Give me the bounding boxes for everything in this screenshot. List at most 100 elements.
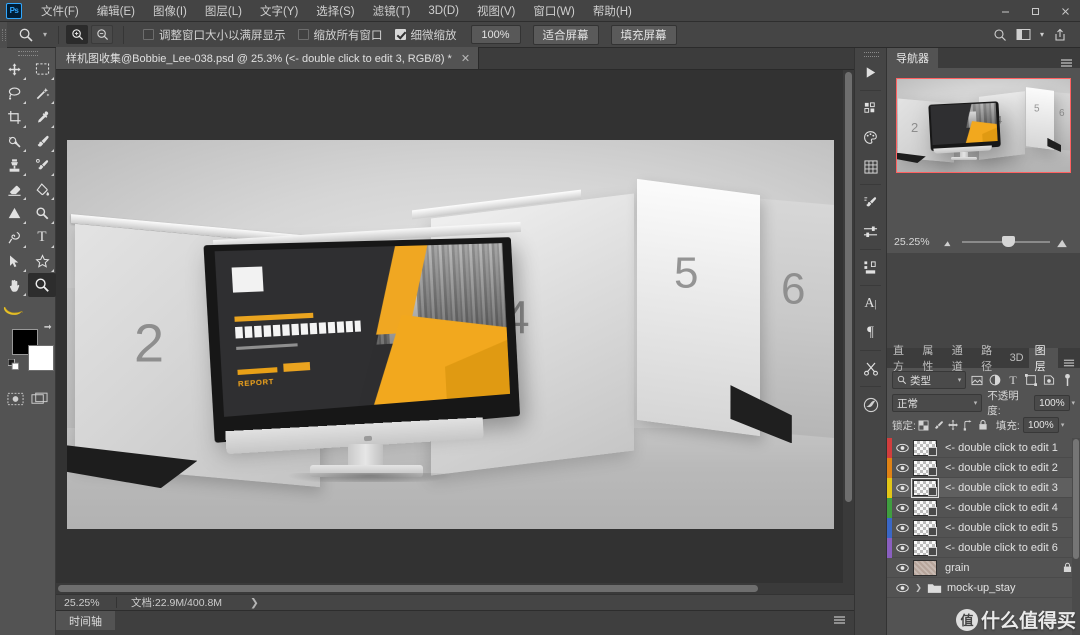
tab-3d[interactable]: 3D xyxy=(1005,348,1029,368)
zoom-in-button[interactable] xyxy=(66,25,88,44)
gradient-tool[interactable] xyxy=(0,201,28,225)
layer-visibility-icon[interactable] xyxy=(892,543,912,553)
menu-view[interactable]: 视图(V) xyxy=(468,1,524,21)
tab-layers[interactable]: 图层 xyxy=(1028,345,1059,373)
banana-tool[interactable] xyxy=(0,297,28,321)
character-icon[interactable]: A| xyxy=(855,289,886,318)
brush-settings-icon[interactable] xyxy=(855,188,886,217)
tab-properties[interactable]: 属性 xyxy=(916,345,945,373)
layer-thumbnail[interactable] xyxy=(913,499,937,516)
tab-paths[interactable]: 路径 xyxy=(975,345,1004,373)
quick-mask-icon[interactable] xyxy=(7,392,24,406)
menu-type[interactable]: 文字(Y) xyxy=(251,1,307,21)
adjustments-icon[interactable] xyxy=(855,217,886,246)
lock-position-icon[interactable] xyxy=(946,417,961,433)
menu-filter[interactable]: 滤镜(T) xyxy=(364,1,420,21)
layer-visibility-icon[interactable] xyxy=(892,463,912,473)
crop-tool[interactable] xyxy=(0,105,28,129)
resize-windows-to-fit-checkbox[interactable]: 调整窗口大小以满屏显示 xyxy=(143,27,286,43)
layer-thumbnail[interactable] xyxy=(913,519,937,536)
panel-menu-icon[interactable] xyxy=(833,611,854,625)
menu-image[interactable]: 图像(I) xyxy=(144,1,196,21)
layer-thumbnail[interactable] xyxy=(911,477,939,498)
scrollbar-thumb[interactable] xyxy=(58,585,758,592)
dock-rail-grip[interactable] xyxy=(855,48,886,58)
brush-tool[interactable] xyxy=(28,129,56,153)
layer-name[interactable]: <- double click to edit 5 xyxy=(945,522,1058,534)
layer-visibility-icon[interactable] xyxy=(892,583,912,593)
table-row[interactable]: grain xyxy=(887,558,1080,578)
fit-screen-button[interactable]: 适合屏幕 xyxy=(532,24,599,45)
tab-channels[interactable]: 通道 xyxy=(946,345,975,373)
layer-comps-icon[interactable] xyxy=(855,253,886,282)
tool-preset-chevron-down-icon[interactable]: ▾ xyxy=(39,30,51,39)
layer-visibility-icon[interactable] xyxy=(892,523,912,533)
shape-filter-icon[interactable] xyxy=(1024,371,1039,389)
workspace-icon[interactable] xyxy=(1012,25,1036,45)
layer-thumbnail[interactable] xyxy=(913,559,937,576)
eyedropper-tool[interactable] xyxy=(28,105,56,129)
menu-layer[interactable]: 图层(L) xyxy=(196,1,251,21)
fill-chevron-down-icon[interactable]: ▾ xyxy=(1061,421,1065,429)
menu-3d[interactable]: 3D(D) xyxy=(419,3,468,19)
type-filter-icon[interactable]: T xyxy=(1006,371,1021,389)
filter-toggle-icon[interactable] xyxy=(1060,371,1075,389)
table-row[interactable]: <- double click to edit 3 xyxy=(887,477,1080,498)
lock-all-icon[interactable] xyxy=(976,417,991,433)
canvas-vertical-scrollbar[interactable] xyxy=(843,70,854,583)
swatches-icon[interactable] xyxy=(855,94,886,123)
layer-name[interactable]: <- double click to edit 4 xyxy=(945,502,1058,514)
document-tab[interactable]: 样机图收集@Bobbie_Lee-038.psd @ 25.3% (<- dou… xyxy=(56,47,480,69)
navigator-zoom-slider[interactable] xyxy=(962,235,1050,249)
zoom-tool[interactable] xyxy=(28,273,56,297)
opacity-chevron-down-icon[interactable]: ▾ xyxy=(1072,399,1076,407)
pixel-filter-icon[interactable] xyxy=(969,371,984,389)
custom-shape-tool[interactable] xyxy=(28,249,56,273)
path-selection-tool[interactable] xyxy=(0,249,28,273)
zoom-all-windows-checkbox[interactable]: 缩放所有窗口 xyxy=(297,27,383,43)
close-icon[interactable]: ✕ xyxy=(461,52,470,65)
adjustment-filter-icon[interactable] xyxy=(987,371,1002,389)
zoom-out-small-icon[interactable] xyxy=(943,238,956,247)
layer-thumbnail[interactable] xyxy=(913,459,937,476)
group-disclosure-icon[interactable]: ❯ xyxy=(914,583,923,592)
table-row[interactable]: <- double click to edit 4 xyxy=(887,497,1080,518)
status-expand-arrow-icon[interactable]: ❯ xyxy=(222,597,259,609)
magic-wand-tool[interactable] xyxy=(28,81,56,105)
minimize-button[interactable] xyxy=(990,0,1020,22)
move-tool[interactable] xyxy=(0,57,28,81)
workspace-chevron-down-icon[interactable]: ▾ xyxy=(1036,25,1048,45)
tab-navigator[interactable]: 导航器 xyxy=(887,48,938,68)
lock-nesting-icon[interactable] xyxy=(961,417,976,433)
layer-name[interactable]: mock-up_stay xyxy=(947,582,1015,594)
default-colors-icon[interactable] xyxy=(8,359,19,370)
tab-histogram[interactable]: 直方 xyxy=(887,345,916,373)
layer-name[interactable]: <- double click to edit 6 xyxy=(945,542,1058,554)
share-icon[interactable] xyxy=(1048,25,1072,45)
zoom-out-button[interactable] xyxy=(91,25,113,44)
table-row[interactable]: <- double click to edit 1 xyxy=(887,438,1080,458)
scissors-icon[interactable] xyxy=(855,354,886,383)
options-bar-grip[interactable] xyxy=(0,21,7,48)
canvas-area[interactable]: 2 4 6 5 REPORT xyxy=(56,70,854,594)
table-row[interactable]: <- double click to edit 6 xyxy=(887,537,1080,558)
layer-visibility-icon[interactable] xyxy=(892,503,912,513)
scrollbar-thumb[interactable] xyxy=(1073,439,1079,559)
layer-visibility-icon[interactable] xyxy=(892,563,912,573)
layer-visibility-icon[interactable] xyxy=(892,443,912,453)
status-zoom-level[interactable]: 25.25% xyxy=(56,597,116,609)
zoom-tool-icon[interactable] xyxy=(13,25,39,45)
dodge-tool[interactable] xyxy=(28,201,56,225)
menu-help[interactable]: 帮助(H) xyxy=(584,1,641,21)
spot-healing-brush-tool[interactable] xyxy=(0,129,28,153)
table-row[interactable]: <- double click to edit 2 xyxy=(887,457,1080,478)
paragraph-icon[interactable]: ¶ xyxy=(855,318,886,347)
navigator-view-box[interactable] xyxy=(896,78,1071,173)
pen-tool[interactable] xyxy=(0,225,28,249)
slider-knob[interactable] xyxy=(1002,236,1016,247)
history-brush-tool[interactable] xyxy=(28,153,56,177)
toolbox-grip[interactable] xyxy=(0,48,55,57)
layer-list[interactable]: <- double click to edit 1 <- double clic… xyxy=(887,438,1080,635)
layer-thumbnail[interactable] xyxy=(913,439,937,456)
layer-thumbnail[interactable] xyxy=(913,539,937,556)
